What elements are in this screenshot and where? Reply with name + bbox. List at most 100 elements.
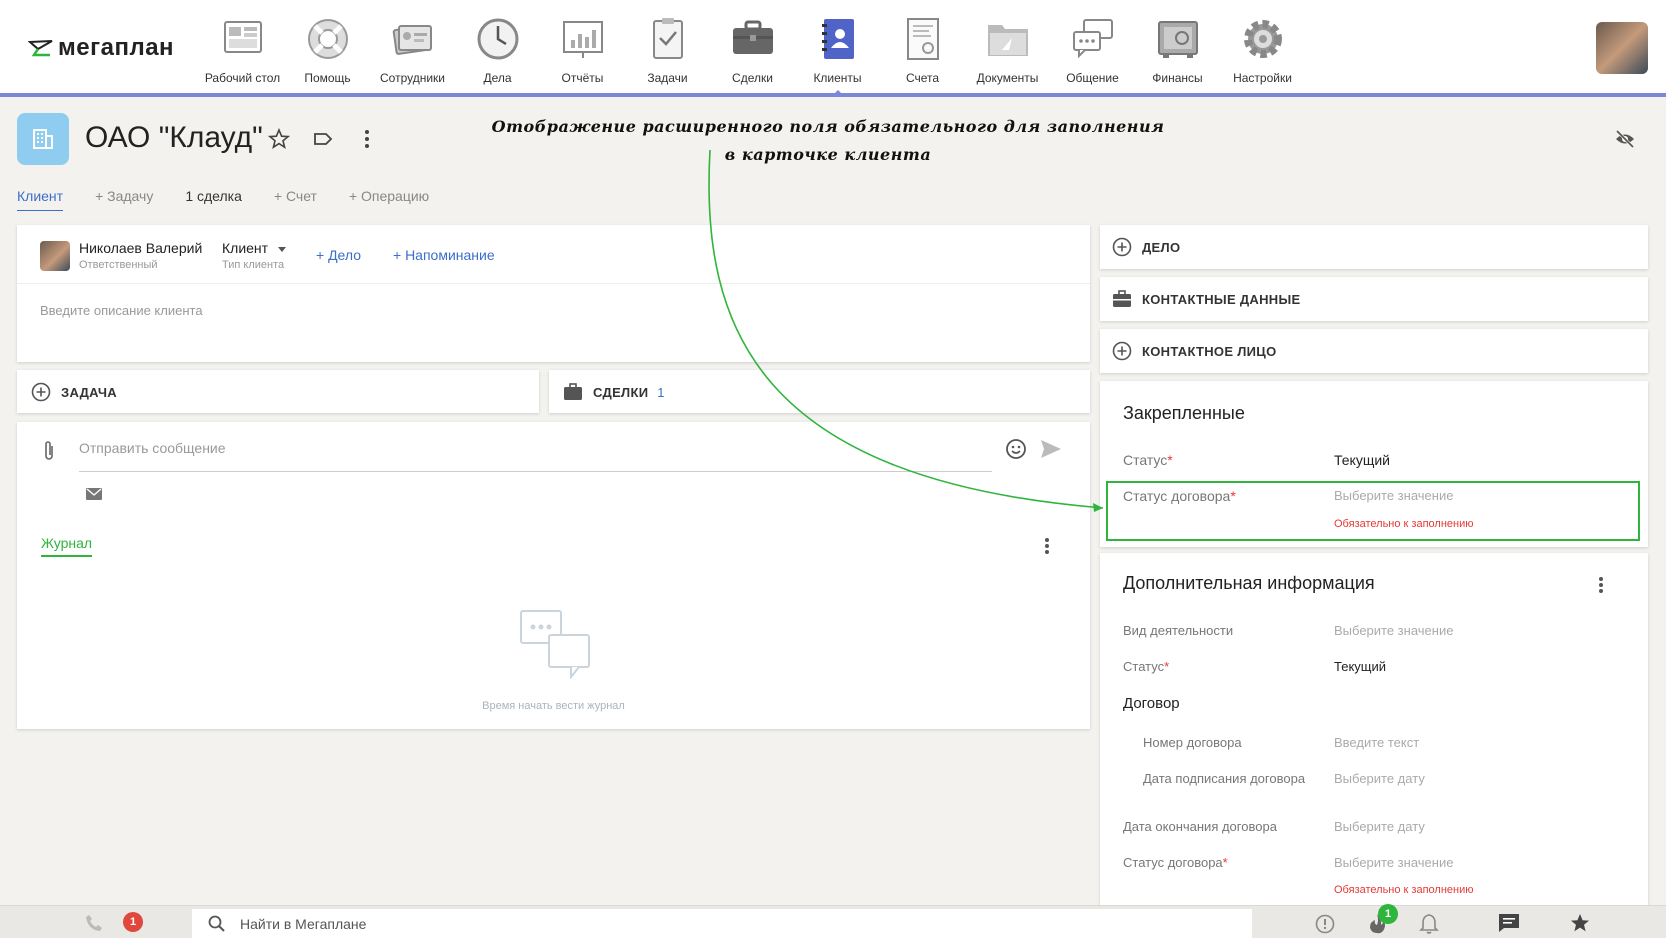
contract-status-select-2[interactable]: Выберите значение xyxy=(1334,855,1453,870)
add-reminder-link[interactable]: + Напоминание xyxy=(393,247,495,263)
fire-badge: 1 xyxy=(1378,904,1398,924)
bell-icon[interactable] xyxy=(1419,913,1439,935)
nav-clients[interactable]: Клиенты xyxy=(795,0,880,95)
phone-icon[interactable] xyxy=(85,914,103,932)
mail-icon[interactable] xyxy=(86,488,102,500)
plus-circle-icon xyxy=(1112,237,1132,257)
employees-icon xyxy=(392,25,432,55)
plus-circle-icon xyxy=(1112,341,1132,361)
top-navigation-bar: мегаплан Рабочий стол Помощь Сотрудники … xyxy=(0,0,1666,97)
contract-status-label-2: Статус договора* xyxy=(1123,855,1228,870)
message-input[interactable]: Отправить сообщение xyxy=(79,440,992,472)
clients-icon xyxy=(821,19,854,59)
chat-icon xyxy=(1072,19,1113,59)
eye-off-icon[interactable] xyxy=(1614,128,1636,150)
contact-data-label: КОНТАКТНЫЕ ДАННЫЕ xyxy=(1142,292,1301,307)
nav-finance[interactable]: Финансы xyxy=(1135,0,1220,93)
add-deal-link[interactable]: + Дело xyxy=(316,247,361,263)
messages-icon[interactable] xyxy=(1498,913,1520,933)
nav-dashboard[interactable]: Рабочий стол xyxy=(200,0,285,93)
task-card[interactable]: ЗАДАЧА xyxy=(17,370,539,413)
annotation-caption: Отображение расширенного поля обязательн… xyxy=(491,117,1165,164)
task-card-label: ЗАДАЧА xyxy=(61,385,117,400)
logo-text: мегаплан xyxy=(58,34,175,61)
documents-icon xyxy=(987,25,1028,56)
clock-icon xyxy=(477,18,518,60)
more-vert-icon[interactable] xyxy=(356,128,378,150)
lifebuoy-icon xyxy=(307,19,348,59)
client-type-select[interactable]: Клиент Тип клиента xyxy=(222,240,286,271)
additional-info-title: Дополнительная информация xyxy=(1123,573,1375,593)
plus-circle-icon xyxy=(31,382,51,402)
dashboard-icon xyxy=(223,21,262,53)
tab-add-operation[interactable]: + Операцию xyxy=(349,188,429,211)
highlight-box xyxy=(1106,481,1640,541)
contract-number-input[interactable]: Введите текст xyxy=(1334,735,1419,750)
page-title: ОАО "Клауд" xyxy=(85,121,263,154)
description-input[interactable]: Введите описание клиента xyxy=(40,303,203,318)
nav-help[interactable]: Помощь xyxy=(285,0,370,93)
status-value[interactable]: Текущий xyxy=(1334,659,1386,674)
pinned-card: Закрепленные Статус* Текущий Статус дого… xyxy=(1100,381,1648,547)
deals-card-label: СДЕЛКИ xyxy=(593,385,649,400)
tag-icon[interactable] xyxy=(312,128,334,150)
nav-reports[interactable]: Отчёты xyxy=(540,0,625,93)
status-field-value[interactable]: Текущий xyxy=(1334,452,1390,468)
divider xyxy=(17,283,1090,284)
nav-settings[interactable]: Настройки xyxy=(1220,0,1305,93)
responsible-avatar[interactable] xyxy=(40,241,70,271)
nav-employees[interactable]: Сотрудники xyxy=(370,0,455,93)
send-icon[interactable] xyxy=(1040,439,1062,459)
briefcase-icon xyxy=(732,20,773,54)
tab-journal[interactable]: Журнал xyxy=(41,535,93,557)
activity-select[interactable]: Выберите значение xyxy=(1334,623,1453,638)
nav-tasks[interactable]: Задачи xyxy=(625,0,710,93)
main-nav: Рабочий стол Помощь Сотрудники Дела Отчё… xyxy=(200,0,1305,95)
more-vert-icon[interactable] xyxy=(1044,537,1050,555)
end-date-input[interactable]: Выберите дату xyxy=(1334,819,1425,834)
contact-person-section[interactable]: КОНТАКТНОЕ ЛИЦО xyxy=(1100,329,1648,373)
bottom-bar: 1 Найти в Мегаплане 1 xyxy=(0,904,1666,938)
user-avatar[interactable] xyxy=(1596,22,1648,74)
gear-icon xyxy=(1243,20,1282,58)
responsible-block[interactable]: Николаев Валерий Ответственный xyxy=(79,240,202,271)
nav-communication[interactable]: Общение xyxy=(1050,0,1135,93)
affair-section-label: ДЕЛО xyxy=(1142,240,1181,255)
sign-date-input[interactable]: Выберите дату xyxy=(1334,771,1425,786)
required-error-2: Обязательно к заполнению xyxy=(1334,884,1474,896)
nav-documents[interactable]: Документы xyxy=(965,0,1050,93)
tab-client[interactable]: Клиент xyxy=(17,188,64,211)
end-date-label: Дата окончания договора xyxy=(1123,819,1277,834)
empty-chat-icon xyxy=(520,610,590,679)
favorites-star-icon[interactable] xyxy=(1569,912,1591,934)
tab-deals[interactable]: 1 сделка xyxy=(185,188,242,211)
alert-icon[interactable] xyxy=(1315,914,1335,934)
tasks-icon xyxy=(652,18,683,59)
deals-card[interactable]: СДЕЛКИ 1 xyxy=(549,370,1090,413)
global-search[interactable]: Найти в Мегаплане xyxy=(192,909,1252,938)
empty-journal-text: Время начать вести журнал xyxy=(482,700,625,712)
reports-icon xyxy=(562,21,603,58)
status-field-label: Статус* xyxy=(1123,452,1173,468)
contact-data-section[interactable]: КОНТАКТНЫЕ ДАННЫЕ xyxy=(1100,277,1648,321)
calls-badge: 1 xyxy=(123,912,143,932)
tab-add-invoice[interactable]: + Счет xyxy=(274,188,317,211)
nav-affairs[interactable]: Дела xyxy=(455,0,540,93)
megaplan-logo[interactable]: мегаплан xyxy=(28,34,174,62)
client-type-label: Тип клиента xyxy=(222,259,285,271)
tab-add-task[interactable]: + Задачу xyxy=(95,188,153,211)
emoji-icon[interactable] xyxy=(1005,438,1027,460)
affair-section[interactable]: ДЕЛО xyxy=(1100,225,1648,269)
nav-invoices[interactable]: Счета xyxy=(880,0,965,93)
client-building-icon xyxy=(17,113,69,165)
sign-date-label: Дата подписания договора xyxy=(1143,771,1306,786)
search-input[interactable]: Найти в Мегаплане xyxy=(240,916,366,932)
contract-number-label: Номер договора xyxy=(1143,735,1242,750)
more-vert-icon[interactable] xyxy=(1598,576,1604,594)
star-icon[interactable] xyxy=(268,128,290,150)
contact-person-label: КОНТАКТНОЕ ЛИЦО xyxy=(1142,344,1277,359)
safe-icon xyxy=(1157,21,1198,58)
nav-deals[interactable]: Сделки xyxy=(710,0,795,93)
paperclip-icon[interactable] xyxy=(42,440,56,462)
responsible-name: Николаев Валерий xyxy=(79,240,203,256)
